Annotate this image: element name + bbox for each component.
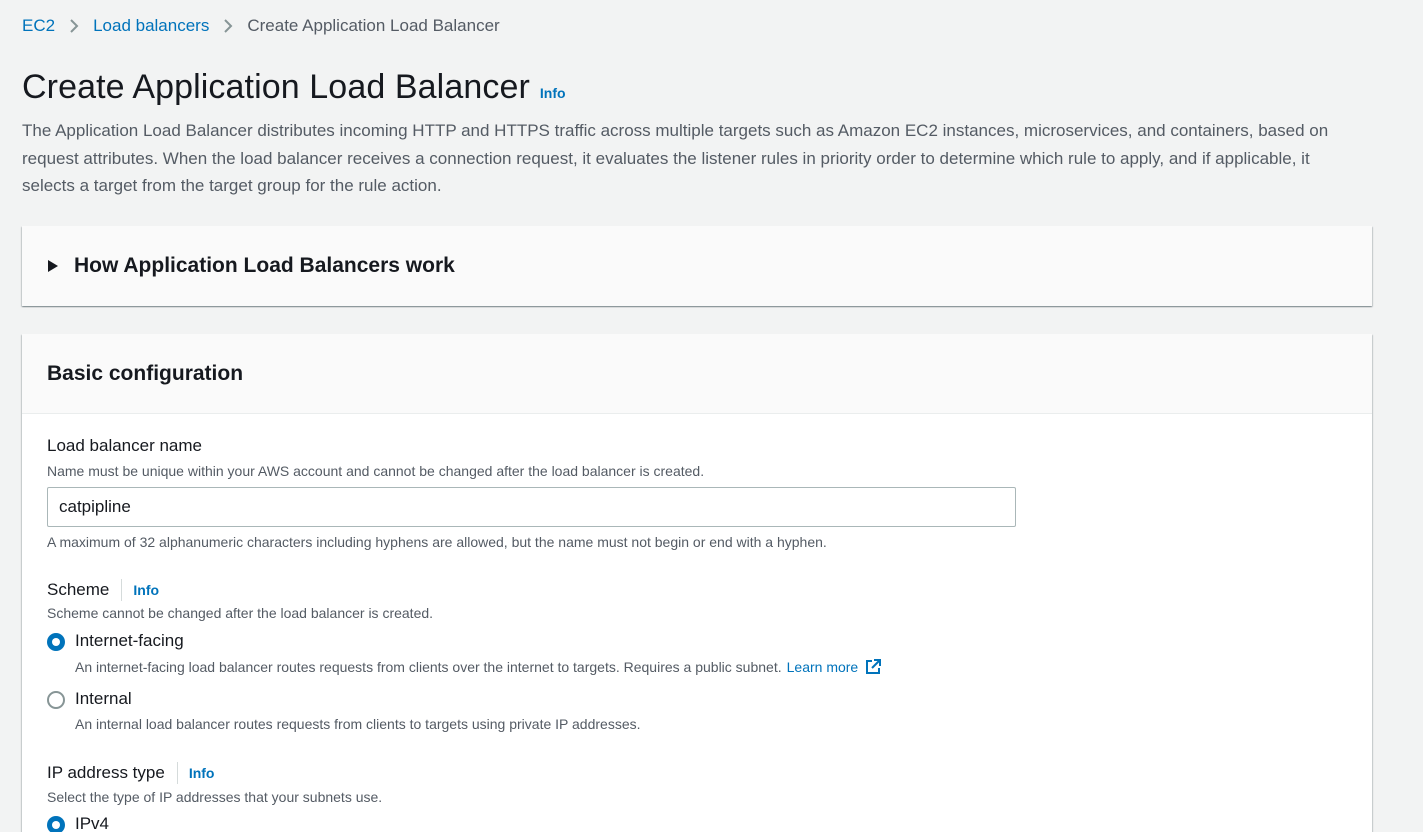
caret-right-icon bbox=[48, 260, 58, 272]
basic-configuration-header: Basic configuration bbox=[22, 334, 1372, 414]
learn-more-link[interactable]: Learn more bbox=[787, 659, 859, 675]
scheme-option-internal[interactable]: Internal bbox=[47, 689, 132, 709]
how-it-works-title: How Application Load Balancers work bbox=[74, 254, 455, 277]
load-balancer-name-description: Name must be unique within your AWS acco… bbox=[47, 463, 705, 479]
ip-address-type-description: Select the type of IP addresses that you… bbox=[47, 789, 383, 805]
page-info-link[interactable]: Info bbox=[540, 85, 566, 101]
internet-facing-description: An internet-facing load balancer routes … bbox=[75, 658, 882, 676]
load-balancer-name-label: Load balancer name bbox=[47, 436, 203, 455]
external-link-icon[interactable] bbox=[864, 658, 882, 676]
internet-facing-radio[interactable] bbox=[47, 633, 65, 651]
breadcrumb-current: Create Application Load Balancer bbox=[247, 16, 500, 35]
how-it-works-toggle[interactable]: How Application Load Balancers work bbox=[22, 226, 1372, 306]
scheme-option-internet-facing[interactable]: Internet-facing bbox=[47, 631, 184, 651]
load-balancer-name-input[interactable]: catpipline bbox=[47, 487, 1016, 527]
basic-configuration-panel: Basic configuration Load balancer name N… bbox=[22, 334, 1372, 832]
internet-facing-label: Internet-facing bbox=[75, 631, 184, 650]
internet-facing-description-text: An internet-facing load balancer routes … bbox=[75, 659, 782, 675]
breadcrumb-ec2-link[interactable]: EC2 bbox=[22, 16, 55, 36]
internal-description: An internal load balancer routes request… bbox=[75, 716, 641, 732]
ip-address-type-label-row: IP address type Info bbox=[47, 762, 214, 784]
breadcrumb: EC2 Load balancers Create Application Lo… bbox=[22, 16, 500, 36]
basic-configuration-title: Basic configuration bbox=[47, 361, 244, 385]
ip-address-type-info-link[interactable]: Info bbox=[189, 765, 215, 781]
divider bbox=[121, 579, 123, 601]
chevron-right-icon bbox=[69, 18, 79, 34]
internal-radio[interactable] bbox=[47, 691, 65, 709]
chevron-right-icon bbox=[223, 18, 233, 34]
how-it-works-section: How Application Load Balancers work bbox=[22, 226, 1372, 306]
ip-address-type-label: IP address type bbox=[47, 763, 165, 782]
scheme-label: Scheme bbox=[47, 580, 110, 599]
internal-label: Internal bbox=[75, 689, 132, 708]
scheme-description: Scheme cannot be changed after the load … bbox=[47, 605, 434, 621]
ipv4-radio[interactable] bbox=[47, 816, 65, 832]
scheme-info-link[interactable]: Info bbox=[133, 582, 159, 598]
load-balancer-name-constraint: A maximum of 32 alphanumeric characters … bbox=[47, 534, 827, 550]
scheme-label-row: Scheme Info bbox=[47, 579, 159, 601]
page-title-row: Create Application Load Balancer Info bbox=[22, 68, 566, 107]
page-description: The Application Load Balancer distribute… bbox=[22, 121, 1329, 195]
page-title: Create Application Load Balancer bbox=[22, 68, 530, 106]
divider bbox=[176, 762, 178, 784]
ip-option-ipv4[interactable]: IPv4 bbox=[47, 814, 109, 832]
breadcrumb-load-balancers-link[interactable]: Load balancers bbox=[93, 16, 209, 36]
ipv4-label: IPv4 bbox=[75, 814, 110, 832]
